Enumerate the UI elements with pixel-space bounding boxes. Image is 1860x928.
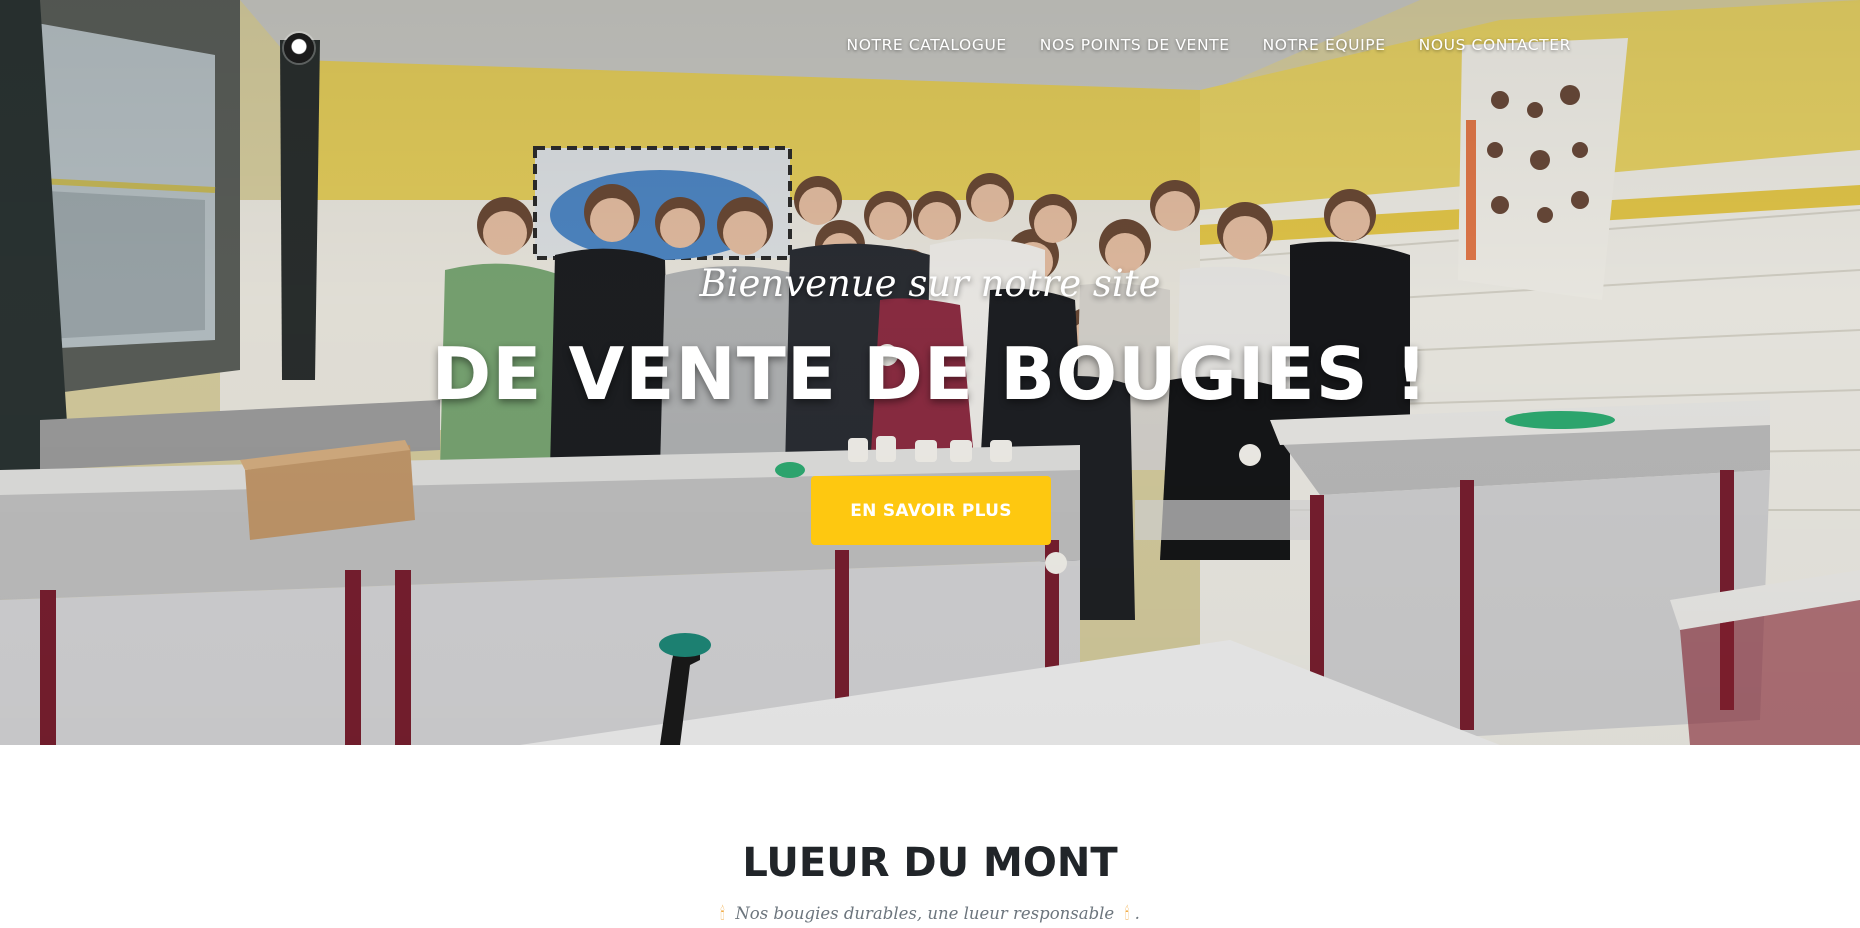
candle-flame-icon: 🕯 <box>1124 904 1130 923</box>
hero-section: NOTRE CATALOGUE NOS POINTS DE VENTE NOTR… <box>0 0 1860 745</box>
learn-more-button[interactable]: EN SAVOIR PLUS <box>811 476 1051 545</box>
section-title: LUEUR DU MONT <box>742 840 1118 886</box>
tagline-text: Nos bougies durables, une lueur responsa… <box>735 904 1115 923</box>
hero-content: Bienvenue sur notre site DE VENTE DE BOU… <box>0 0 1860 745</box>
hero-heading: DE VENTE DE BOUGIES ! <box>431 332 1429 416</box>
tagline-end: . <box>1134 904 1140 923</box>
section-tagline: 🕯 Nos bougies durables, une lueur respon… <box>0 904 1860 924</box>
candle-flame-icon: 🕯 <box>720 904 725 923</box>
hero-subheading: Bienvenue sur notre site <box>699 262 1161 305</box>
